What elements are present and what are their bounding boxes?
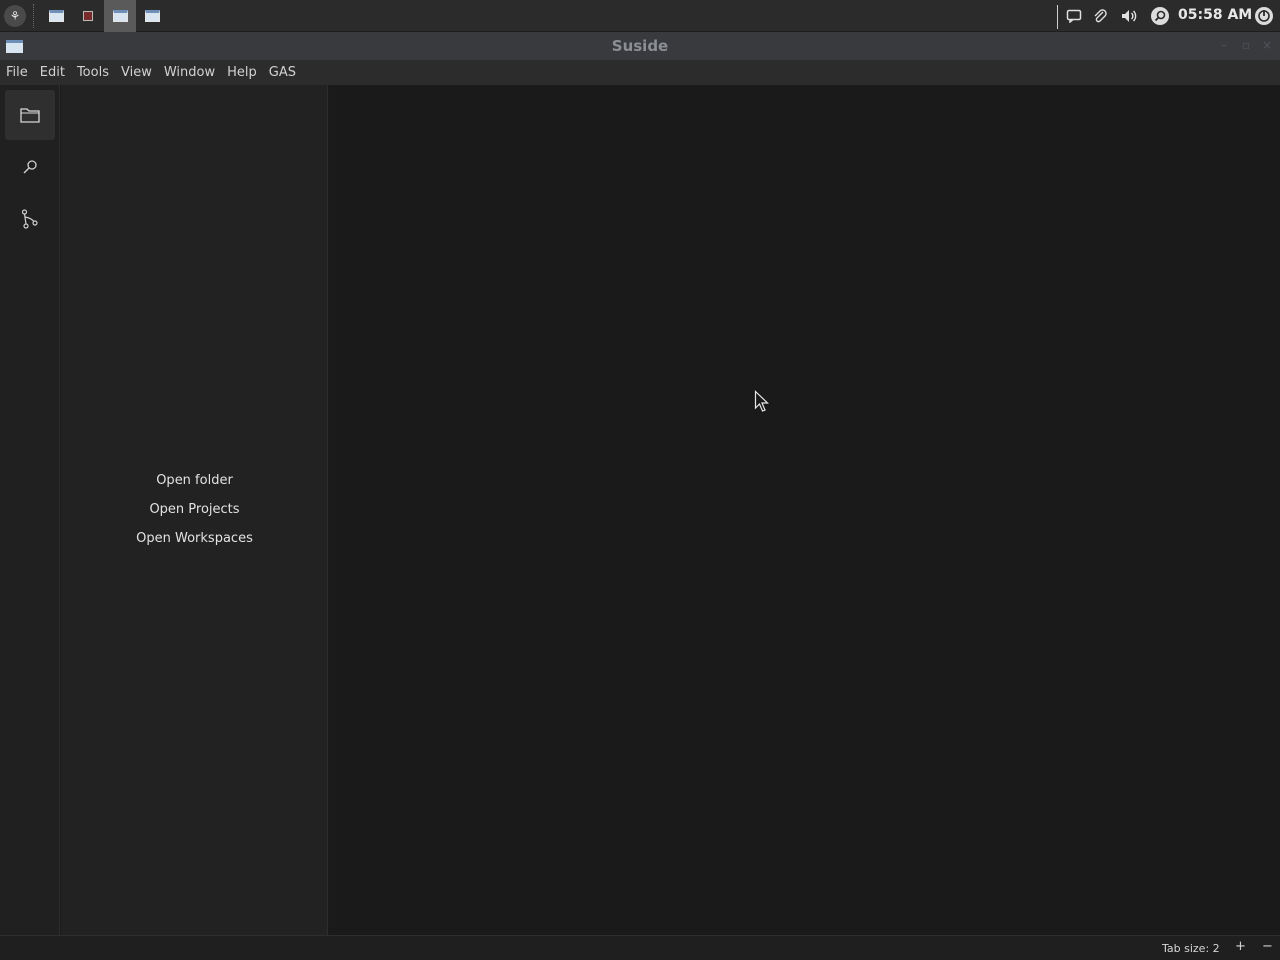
- editor-area[interactable]: [329, 85, 1280, 935]
- sidebar-explorer: Open folder Open Projects Open Workspace…: [61, 85, 328, 935]
- app-menu-icon: ⚘: [9, 9, 21, 23]
- open-folder-link[interactable]: Open folder: [61, 473, 328, 488]
- tray-separator: [1057, 5, 1058, 29]
- system-taskbar: ⚘ 05:58 AM: [0, 0, 1280, 32]
- decrease-tab-size-button[interactable]: −: [1262, 939, 1273, 954]
- window-icon: [112, 10, 128, 22]
- taskbar-window-button[interactable]: [72, 0, 104, 32]
- search-tray-icon[interactable]: [1150, 6, 1170, 26]
- open-workspaces-link[interactable]: Open Workspaces: [61, 531, 328, 546]
- increase-tab-size-button[interactable]: +: [1235, 939, 1246, 954]
- window-icon: [144, 10, 160, 22]
- taskbar-separator: [33, 4, 34, 28]
- menu-help[interactable]: Help: [227, 65, 257, 80]
- folder-icon: [20, 108, 40, 123]
- clock[interactable]: 05:58 AM: [1178, 7, 1252, 23]
- search-icon: [23, 160, 37, 174]
- source-control-button[interactable]: [5, 194, 55, 244]
- activity-bar: [0, 85, 60, 935]
- power-icon[interactable]: [1254, 6, 1274, 26]
- menu-view[interactable]: View: [121, 65, 152, 80]
- window-title: Suside: [611, 37, 669, 55]
- start-menu-button[interactable]: ⚘: [4, 5, 26, 27]
- source-control-icon: [21, 209, 38, 229]
- menu-edit[interactable]: Edit: [40, 65, 65, 80]
- status-bar: Tab size: 2 + −: [0, 935, 1280, 960]
- taskbar-window-button[interactable]: [40, 0, 72, 32]
- notification-icon[interactable]: [1064, 6, 1084, 26]
- mouse-pointer-icon: [754, 390, 770, 418]
- volume-icon[interactable]: [1119, 6, 1139, 26]
- menu-file[interactable]: File: [6, 65, 28, 80]
- close-icon[interactable]: ×: [1259, 38, 1275, 54]
- menu-tools[interactable]: Tools: [77, 65, 109, 80]
- window-icon: [83, 11, 93, 21]
- menu-bar: File Edit Tools View Window Help GAS: [0, 60, 1280, 85]
- explorer-button[interactable]: [5, 90, 55, 140]
- maximize-icon[interactable]: ▫: [1238, 38, 1254, 54]
- open-projects-link[interactable]: Open Projects: [61, 502, 328, 517]
- menu-window[interactable]: Window: [164, 65, 215, 80]
- search-button[interactable]: [5, 142, 55, 192]
- menu-gas[interactable]: GAS: [269, 65, 296, 80]
- taskbar-window-button-active[interactable]: [104, 0, 136, 32]
- taskbar-window-button[interactable]: [136, 0, 168, 32]
- minimize-icon[interactable]: –: [1216, 38, 1232, 54]
- window-titlebar[interactable]: Suside – ▫ ×: [0, 32, 1280, 60]
- window-icon: [48, 10, 64, 22]
- clip-icon[interactable]: [1090, 6, 1110, 26]
- tab-size-indicator[interactable]: Tab size: 2: [1162, 942, 1220, 955]
